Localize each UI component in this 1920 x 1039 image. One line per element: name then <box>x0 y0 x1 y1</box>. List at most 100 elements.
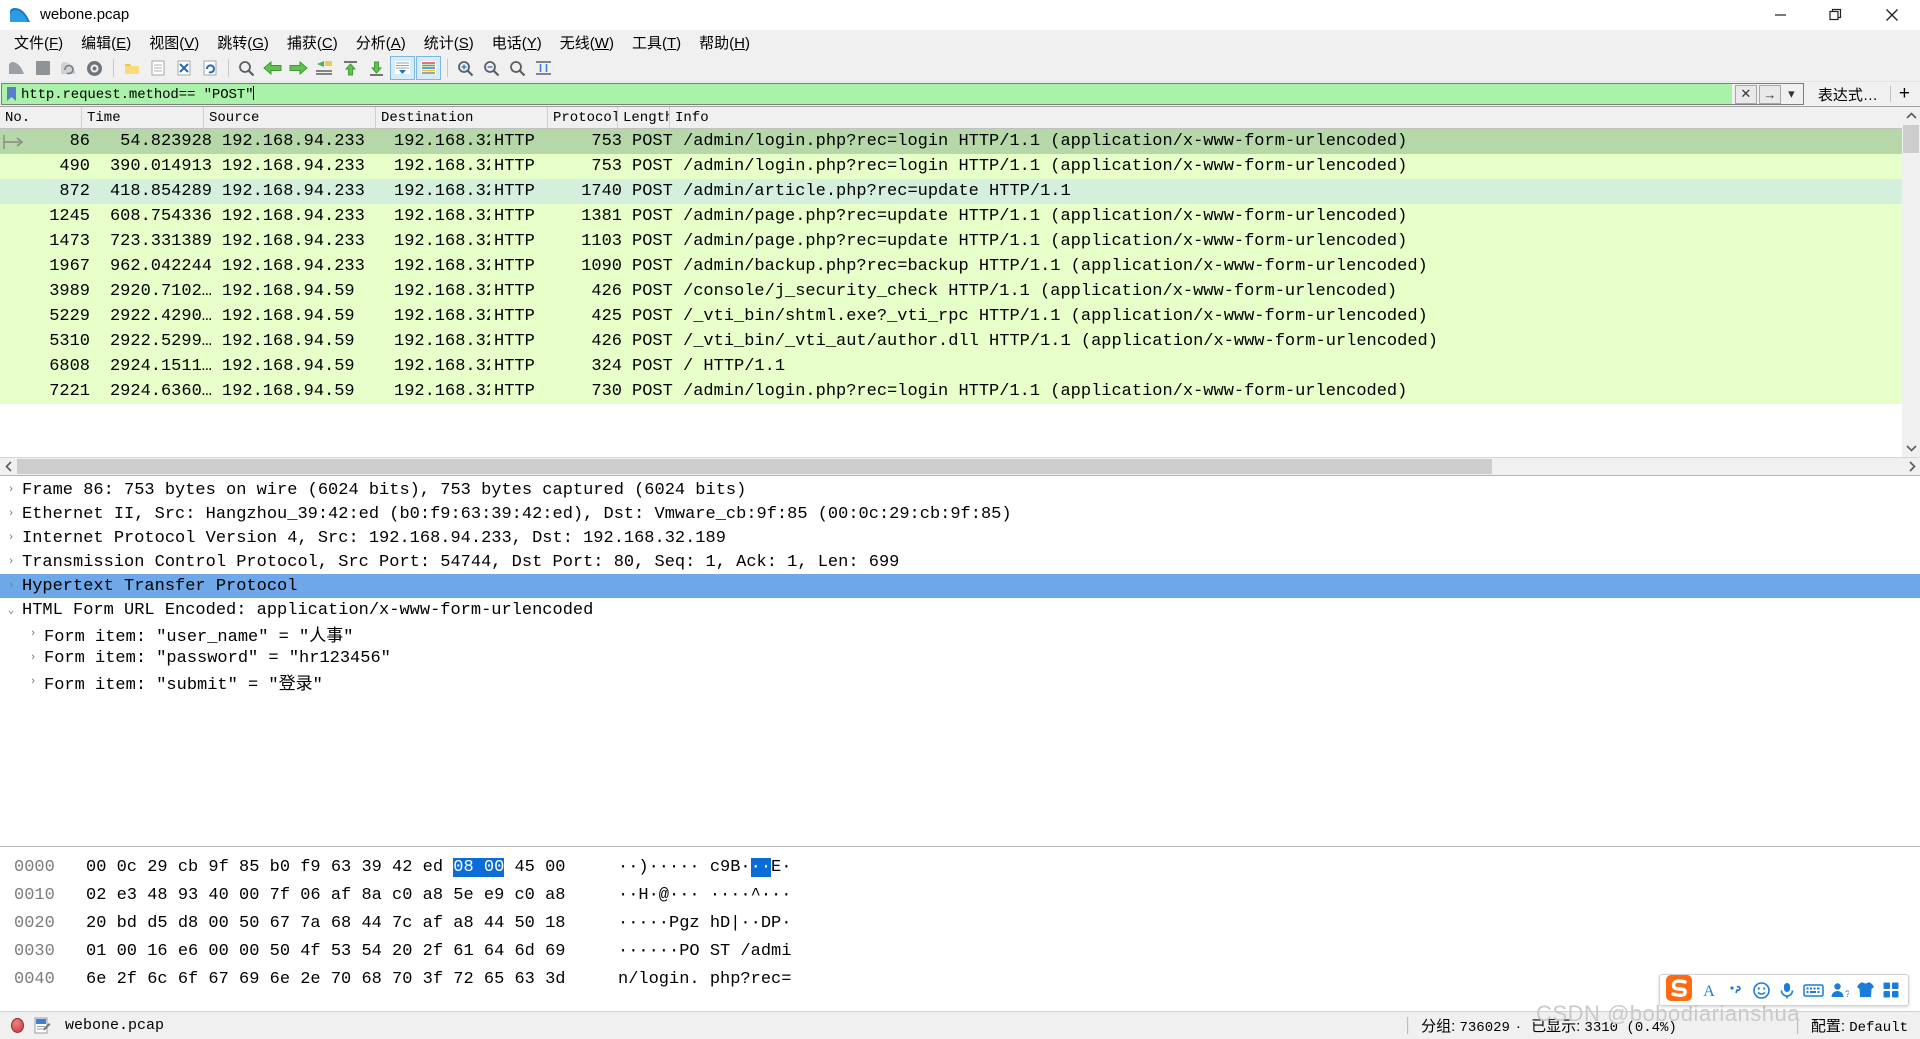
hex-row[interactable]: 0020 20 bd d5 d8 00 50 67 7a 68 44 7c af … <box>0 909 1920 937</box>
packet-row[interactable]: 6808 2924.1511… 192.168.94.59 192.168.32.18… <box>0 354 1920 379</box>
go-last-packet-icon[interactable] <box>364 56 389 80</box>
chevron-right-icon[interactable]: › <box>22 676 44 688</box>
column-time[interactable]: Time <box>82 107 204 128</box>
chevron-right-icon[interactable]: › <box>22 652 44 664</box>
zoom-reset-icon[interactable] <box>505 56 530 80</box>
menu-telephony[interactable]: 电话(Y) <box>483 30 551 55</box>
packet-list-vertical-scrollbar[interactable] <box>1902 107 1920 457</box>
detail-form-item-user-name[interactable]: › Form item: "user_name" = "人事" <box>0 622 1920 647</box>
capture-stopped-icon[interactable] <box>11 1018 24 1033</box>
menu-help[interactable]: 帮助(H) <box>690 30 759 55</box>
chevron-right-icon[interactable]: › <box>0 556 22 568</box>
filter-history-dropdown-icon[interactable]: ▾ <box>1783 85 1800 104</box>
hex-row[interactable]: 0000 00 0c 29 cb 9f 85 b0 f9 63 39 42 ed … <box>0 853 1920 881</box>
sogou-logo-icon[interactable] <box>1664 973 1694 1003</box>
hex-row[interactable]: 0010 02 e3 48 93 40 00 7f 06 af 8a c0 a8 … <box>0 881 1920 909</box>
packet-row[interactable]: 5310 2922.5299… 192.168.94.59 192.168.32.18… <box>0 329 1920 354</box>
menu-wireless[interactable]: 无线(W) <box>551 30 623 55</box>
menu-capture[interactable]: 捕获(C) <box>278 30 347 55</box>
column-source[interactable]: Source <box>204 107 376 128</box>
find-packet-icon[interactable] <box>234 56 259 80</box>
scroll-down-icon[interactable] <box>1902 439 1920 457</box>
go-back-icon[interactable] <box>260 56 285 80</box>
restart-capture-icon[interactable] <box>56 56 81 80</box>
packet-bytes-pane[interactable]: 0000 00 0c 29 cb 9f 85 b0 f9 63 39 42 ed … <box>0 846 1920 1011</box>
expert-info-icon[interactable] <box>33 1017 51 1035</box>
scrollbar-track[interactable] <box>1902 125 1920 439</box>
scroll-left-icon[interactable] <box>0 458 17 475</box>
ime-skin-icon[interactable] <box>1852 977 1878 1003</box>
menu-view[interactable]: 视图(V) <box>140 30 208 55</box>
capture-options-icon[interactable] <box>82 56 107 80</box>
column-info[interactable]: Info <box>670 107 1920 128</box>
resize-columns-icon[interactable] <box>531 56 556 80</box>
detail-ipv4[interactable]: › Internet Protocol Version 4, Src: 192.1… <box>0 526 1920 550</box>
go-first-packet-icon[interactable] <box>338 56 363 80</box>
go-forward-icon[interactable] <box>286 56 311 80</box>
detail-form-item-password[interactable]: › Form item: "password" = "hr123456" <box>0 646 1920 670</box>
sogou-ime-toolbar[interactable]: A <box>1659 974 1909 1006</box>
packet-row[interactable]: 490 390.014913 192.168.94.233 192.168.32.18… <box>0 154 1920 179</box>
maximize-button[interactable] <box>1808 0 1864 30</box>
packet-row[interactable]: 1967 962.042244 192.168.94.233 192.168.32.1… <box>0 254 1920 279</box>
column-length[interactable]: Length <box>618 107 670 128</box>
detail-http[interactable]: › Hypertext Transfer Protocol <box>0 574 1920 598</box>
packet-row[interactable]: 1245 608.754336 192.168.94.233 192.168.32.1… <box>0 204 1920 229</box>
detail-ethernet[interactable]: › Ethernet II, Src: Hangzhou_39:42:ed (b0… <box>0 502 1920 526</box>
menu-analyze[interactable]: 分析(A) <box>347 30 415 55</box>
ime-toolbox-icon[interactable] <box>1878 977 1904 1003</box>
apply-filter-icon[interactable]: → <box>1758 84 1781 104</box>
colorize-icon[interactable] <box>416 56 441 80</box>
zoom-in-icon[interactable] <box>453 56 478 80</box>
packet-details-pane[interactable]: › Frame 86: 753 bytes on wire (6024 bits)… <box>0 475 1920 846</box>
chevron-right-icon[interactable]: › <box>22 628 44 640</box>
chevron-right-icon[interactable]: › <box>0 580 22 592</box>
clear-filter-icon[interactable]: ✕ <box>1734 84 1757 104</box>
bookmark-icon[interactable] <box>4 85 18 103</box>
save-file-icon[interactable] <box>145 56 170 80</box>
status-profile[interactable]: 配置: Default <box>1811 1015 1920 1036</box>
menu-file[interactable]: 文件(F) <box>5 30 72 55</box>
column-destination[interactable]: Destination <box>376 107 548 128</box>
scroll-right-icon[interactable] <box>1903 458 1920 475</box>
hscrollbar-thumb[interactable] <box>17 459 1492 474</box>
open-file-icon[interactable] <box>119 56 144 80</box>
detail-frame[interactable]: › Frame 86: 753 bytes on wire (6024 bits)… <box>0 478 1920 502</box>
display-filter-input[interactable]: http.request.method== "POST" <box>1 83 1732 105</box>
chevron-down-icon[interactable]: ⌄ <box>0 603 22 617</box>
detail-tcp[interactable]: › Transmission Control Protocol, Src Port… <box>0 550 1920 574</box>
minimize-button[interactable] <box>1752 0 1808 30</box>
hex-row[interactable]: 0040 6e 2f 6c 6f 67 69 6e 2e 70 68 70 3f … <box>0 965 1920 993</box>
detail-form-item-submit[interactable]: › Form item: "submit" = "登录" <box>0 670 1920 695</box>
packet-row[interactable]: 3989 2920.7102… 192.168.94.59 192.168.32.18… <box>0 279 1920 304</box>
packet-row[interactable]: 86 54.823928 192.168.94.233 192.168.32.189H… <box>0 129 1920 154</box>
filter-expression-button[interactable]: 表达式… <box>1804 82 1888 106</box>
menu-go[interactable]: 跳转(G) <box>208 30 278 55</box>
scroll-up-icon[interactable] <box>1902 107 1920 125</box>
menu-statistics[interactable]: 统计(S) <box>415 30 483 55</box>
close-file-icon[interactable] <box>171 56 196 80</box>
hscrollbar-track[interactable] <box>17 458 1903 475</box>
add-filter-button[interactable]: + <box>1893 82 1920 106</box>
auto-scroll-icon[interactable] <box>390 56 415 80</box>
scrollbar-thumb[interactable] <box>1903 125 1919 153</box>
packet-row[interactable]: 5229 2922.4290… 192.168.94.59 192.168.32.18… <box>0 304 1920 329</box>
hex-row[interactable]: 0030 01 00 16 e6 00 00 50 4f 53 54 20 2f … <box>0 937 1920 965</box>
ime-punctuation-icon[interactable] <box>1722 977 1748 1003</box>
menu-tools[interactable]: 工具(T) <box>623 30 690 55</box>
detail-form-urlencoded[interactable]: ⌄ HTML Form URL Encoded: application/x-ww… <box>0 598 1920 622</box>
ime-soft-keyboard-icon[interactable] <box>1800 977 1826 1003</box>
chevron-right-icon[interactable]: › <box>0 532 22 544</box>
column-no[interactable]: No. <box>0 107 82 128</box>
zoom-out-icon[interactable] <box>479 56 504 80</box>
menu-edit[interactable]: 编辑(E) <box>72 30 140 55</box>
packet-row[interactable]: 7221 2924.6360… 192.168.94.59 192.168.32.18… <box>0 379 1920 404</box>
chevron-right-icon[interactable]: › <box>0 484 22 496</box>
packet-row[interactable]: 872 418.854289 192.168.94.233 192.168.32.18… <box>0 179 1920 204</box>
stop-capture-icon[interactable] <box>30 56 55 80</box>
ime-emoji-icon[interactable] <box>1748 977 1774 1003</box>
ime-user-icon[interactable]: ? <box>1826 977 1852 1003</box>
go-to-packet-icon[interactable] <box>312 56 337 80</box>
reload-file-icon[interactable] <box>197 56 222 80</box>
chevron-right-icon[interactable]: › <box>0 508 22 520</box>
